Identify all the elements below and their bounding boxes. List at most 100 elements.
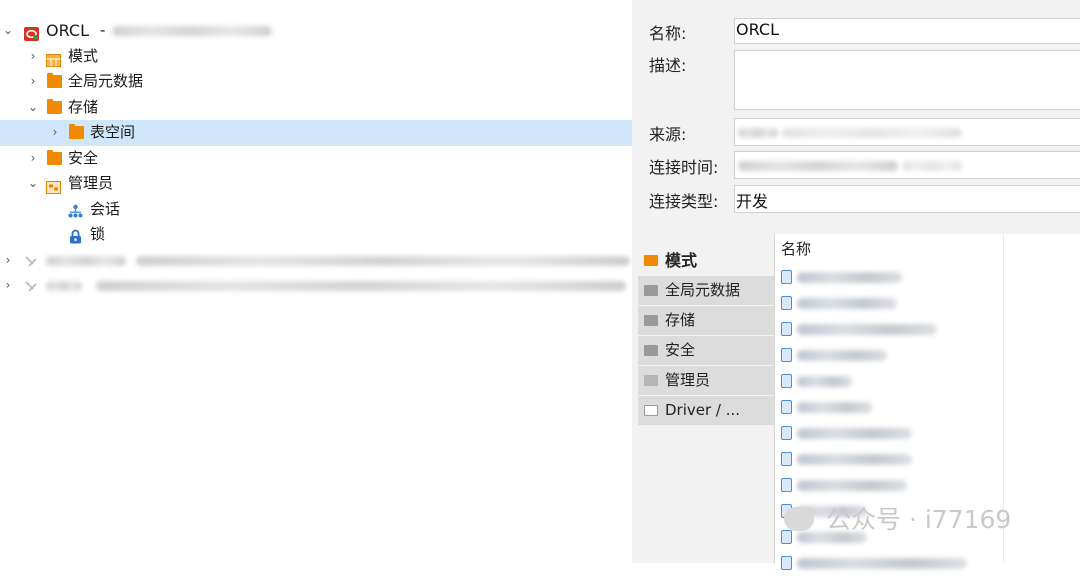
list-item[interactable] bbox=[781, 290, 1001, 316]
connection-type-value: 开发 bbox=[736, 192, 769, 211]
schema-icon bbox=[46, 50, 61, 67]
folder-icon bbox=[47, 98, 62, 114]
column-header-name[interactable]: 名称 bbox=[781, 238, 811, 259]
list-item[interactable] bbox=[781, 342, 1001, 368]
chevron-right-icon[interactable]: › bbox=[49, 120, 61, 146]
folder-icon bbox=[644, 285, 658, 296]
tab-global-metadata[interactable]: 全局元数据 bbox=[638, 276, 774, 305]
redacted-text bbox=[797, 454, 912, 465]
chevron-right-icon[interactable]: › bbox=[2, 248, 14, 274]
tree-node-connection[interactable]: › bbox=[0, 273, 632, 299]
folder-icon bbox=[69, 124, 84, 139]
plug-icon bbox=[24, 253, 39, 267]
name-field[interactable] bbox=[734, 18, 1080, 44]
description-label: 描述: bbox=[649, 56, 687, 75]
redacted-text bbox=[738, 161, 898, 171]
tab-storage[interactable]: 存储 bbox=[638, 306, 774, 335]
list-item[interactable] bbox=[781, 264, 1001, 290]
chevron-right-icon[interactable]: › bbox=[27, 146, 39, 172]
tab-label: 全局元数据 bbox=[665, 281, 741, 299]
tree-node-tablespace[interactable]: › 表空间 bbox=[0, 120, 632, 146]
tab-label: 模式 bbox=[665, 251, 698, 270]
tree-node-connection[interactable]: › bbox=[0, 248, 632, 274]
session-icon bbox=[68, 202, 83, 217]
schema-item-icon bbox=[781, 452, 792, 466]
tree-node-security[interactable]: › 安全 bbox=[0, 146, 632, 172]
admin-icon bbox=[46, 177, 61, 194]
chevron-down-icon[interactable]: ⌄ bbox=[27, 95, 39, 121]
tree-node-storage[interactable]: ⌄ 存储 bbox=[0, 95, 632, 121]
list-item[interactable] bbox=[781, 550, 1001, 576]
list-item[interactable] bbox=[781, 316, 1001, 342]
plug-icon bbox=[24, 278, 39, 292]
source-label: 来源: bbox=[649, 125, 687, 144]
list-item[interactable] bbox=[781, 472, 1001, 498]
tab-schema[interactable]: 模式 bbox=[638, 246, 774, 275]
redacted-text bbox=[797, 376, 852, 387]
tree-node-label: 管理员 bbox=[68, 174, 114, 192]
tree-node-schema[interactable]: › 模式 bbox=[0, 44, 632, 70]
tab-security[interactable]: 安全 bbox=[638, 336, 774, 365]
redacted-text bbox=[797, 428, 912, 439]
tab-admin[interactable]: 管理员 bbox=[638, 366, 774, 395]
name-label: 名称: bbox=[649, 24, 687, 43]
tree-node-global-metadata[interactable]: › 全局元数据 bbox=[0, 69, 632, 95]
tree-node-label: 锁 bbox=[90, 225, 106, 243]
folder-icon bbox=[47, 149, 62, 165]
tree-node-admin[interactable]: ⌄ 管理员 bbox=[0, 171, 632, 197]
list-item[interactable] bbox=[781, 446, 1001, 472]
properties-panel: 名称: ORCL 描述: 来源: 连接时间: 连接类型: 开发 模式 全局元数据… bbox=[632, 0, 1080, 570]
description-field[interactable] bbox=[734, 50, 1080, 110]
chevron-right-icon[interactable]: › bbox=[27, 69, 39, 95]
redacted-text bbox=[46, 255, 126, 266]
info-icon bbox=[644, 405, 658, 416]
schema-item-icon bbox=[781, 270, 792, 284]
schema-item-icon bbox=[781, 296, 792, 310]
list-item[interactable] bbox=[781, 368, 1001, 394]
tab-label: 安全 bbox=[665, 341, 696, 359]
tree-node-label: 存储 bbox=[68, 97, 99, 116]
tree-node-label: 表空间 bbox=[90, 123, 136, 141]
schema-item-icon bbox=[781, 374, 792, 388]
folder-icon bbox=[644, 345, 658, 356]
chevron-right-icon[interactable]: › bbox=[27, 44, 39, 70]
chevron-down-icon[interactable]: ⌄ bbox=[27, 171, 39, 197]
schema-item-icon bbox=[781, 400, 792, 414]
chevron-down-icon[interactable]: ⌄ bbox=[2, 18, 14, 44]
tab-driver[interactable]: Driver / ... bbox=[638, 396, 774, 425]
redacted-text bbox=[902, 161, 962, 171]
tab-label: 存储 bbox=[665, 311, 696, 329]
tree-node-label: 全局元数据 bbox=[68, 72, 144, 90]
tree-node-label: 会话 bbox=[90, 199, 121, 218]
tree-node-label: ORCL bbox=[46, 21, 89, 40]
schema-item-icon bbox=[781, 478, 792, 492]
tree-node-label: 模式 bbox=[68, 46, 99, 65]
tree-node-orcl[interactable]: ⌄ ORCL - bbox=[0, 18, 632, 44]
folder-icon bbox=[47, 73, 62, 88]
tab-label: 管理员 bbox=[665, 371, 711, 389]
tree-node-label: 安全 bbox=[68, 148, 99, 167]
redacted-text bbox=[797, 298, 897, 309]
chevron-right-icon[interactable]: › bbox=[2, 273, 14, 299]
wechat-icon bbox=[784, 507, 814, 531]
redacted-text bbox=[797, 402, 872, 413]
tree-node-sessions[interactable]: 会话 bbox=[0, 197, 632, 223]
lock-icon bbox=[69, 227, 84, 244]
redacted-text bbox=[738, 128, 778, 138]
navigator-tree: ⌄ ORCL - › 模式 › 全局元数据 ⌄ 存储 › 表空间 › 安全 ⌄ bbox=[0, 18, 632, 299]
name-value: ORCL bbox=[736, 20, 779, 39]
connection-type-field[interactable] bbox=[734, 185, 1080, 213]
tab-label: Driver / ... bbox=[665, 401, 741, 419]
schema-item-icon bbox=[781, 348, 792, 362]
redacted-text bbox=[797, 350, 887, 361]
redacted-text bbox=[797, 324, 937, 335]
schema-item-icon bbox=[781, 426, 792, 440]
list-item[interactable] bbox=[781, 394, 1001, 420]
property-tabs: 模式 全局元数据 存储 安全 管理员 Driver / ... bbox=[638, 246, 774, 426]
separator: - bbox=[100, 21, 106, 39]
redacted-text bbox=[797, 272, 902, 283]
redacted-text bbox=[797, 558, 967, 569]
list-item[interactable] bbox=[781, 420, 1001, 446]
tree-node-locks[interactable]: 锁 bbox=[0, 222, 632, 248]
connection-type-label: 连接类型: bbox=[649, 192, 719, 211]
